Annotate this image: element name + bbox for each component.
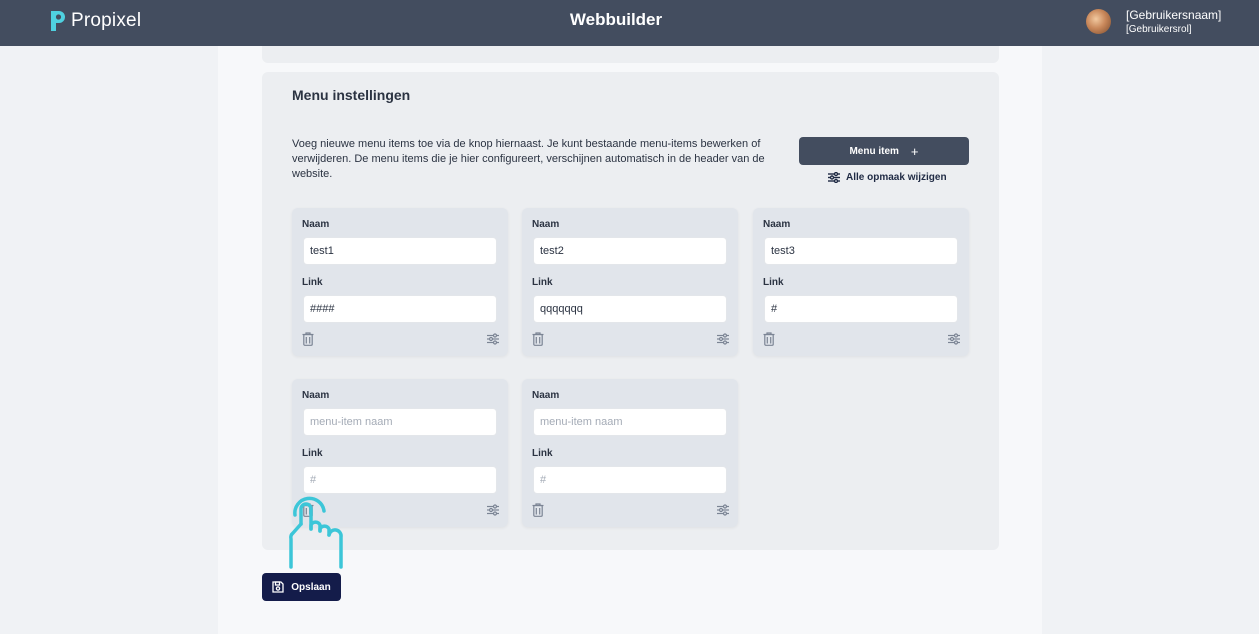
sliders-icon[interactable] bbox=[487, 333, 499, 345]
edit-all-styles-label: Alle opmaak wijzigen bbox=[846, 172, 947, 183]
app-title: Webbuilder bbox=[569, 10, 663, 29]
menu-item-card: Naam Link bbox=[292, 379, 508, 527]
menu-item-card: Naam Link bbox=[522, 379, 738, 527]
sliders-icon[interactable] bbox=[948, 333, 960, 345]
panel-description: Voeg nieuwe menu items toe via de knop h… bbox=[292, 138, 765, 180]
trash-icon[interactable] bbox=[302, 332, 314, 346]
trash-icon[interactable] bbox=[532, 503, 544, 517]
menu-item-card: Naam Link bbox=[292, 208, 508, 356]
menu-item-link-input[interactable] bbox=[303, 295, 497, 323]
user-role: [Gebruikersrol] bbox=[1126, 24, 1192, 35]
menu-item-name-input[interactable] bbox=[533, 237, 727, 265]
menu-item-name-input[interactable] bbox=[303, 408, 497, 436]
plus-icon: + bbox=[910, 143, 919, 159]
previous-settings-panel bbox=[262, 46, 999, 63]
menu-item-link-input[interactable] bbox=[764, 295, 958, 323]
sliders-icon[interactable] bbox=[717, 504, 729, 516]
menu-item-card: Naam Link bbox=[753, 208, 969, 356]
menu-item-link-input[interactable] bbox=[533, 295, 727, 323]
user-name[interactable]: [Gebruikersnaam] bbox=[1126, 8, 1221, 22]
top-bar: Propixel Webbuilder [Gebruikersnaam] [Ge… bbox=[0, 0, 1259, 46]
link-label: Link bbox=[302, 277, 323, 288]
menu-item-link-input[interactable] bbox=[533, 466, 727, 494]
sliders-icon[interactable] bbox=[487, 504, 499, 516]
trash-icon[interactable] bbox=[532, 332, 544, 346]
edit-all-styles-link[interactable]: Alle opmaak wijzigen bbox=[828, 172, 947, 183]
menu-item-link-input[interactable] bbox=[303, 466, 497, 494]
menu-item-name-input[interactable] bbox=[764, 237, 958, 265]
link-label: Link bbox=[532, 448, 553, 459]
trash-icon[interactable] bbox=[302, 503, 314, 517]
panel-title: Menu instellingen bbox=[292, 87, 411, 103]
menu-item-name-input[interactable] bbox=[533, 408, 727, 436]
name-label: Naam bbox=[532, 390, 560, 401]
link-label: Link bbox=[302, 448, 323, 459]
link-label: Link bbox=[763, 277, 784, 288]
user-avatar[interactable] bbox=[1086, 9, 1111, 34]
name-label: Naam bbox=[302, 219, 330, 230]
link-label: Link bbox=[532, 277, 553, 288]
add-menu-item-button[interactable]: Menu item + bbox=[799, 137, 969, 165]
name-label: Naam bbox=[532, 219, 560, 230]
save-button[interactable]: Opslaan bbox=[262, 573, 341, 601]
add-menu-item-label: Menu item bbox=[849, 145, 899, 157]
floppy-disk-icon bbox=[272, 581, 284, 593]
trash-icon[interactable] bbox=[763, 332, 775, 346]
sliders-icon[interactable] bbox=[717, 333, 729, 345]
name-label: Naam bbox=[302, 390, 330, 401]
name-label: Naam bbox=[763, 219, 791, 230]
menu-item-card: Naam Link bbox=[522, 208, 738, 356]
save-label: Opslaan bbox=[291, 581, 331, 593]
sliders-icon bbox=[828, 172, 840, 183]
menu-item-name-input[interactable] bbox=[303, 237, 497, 265]
